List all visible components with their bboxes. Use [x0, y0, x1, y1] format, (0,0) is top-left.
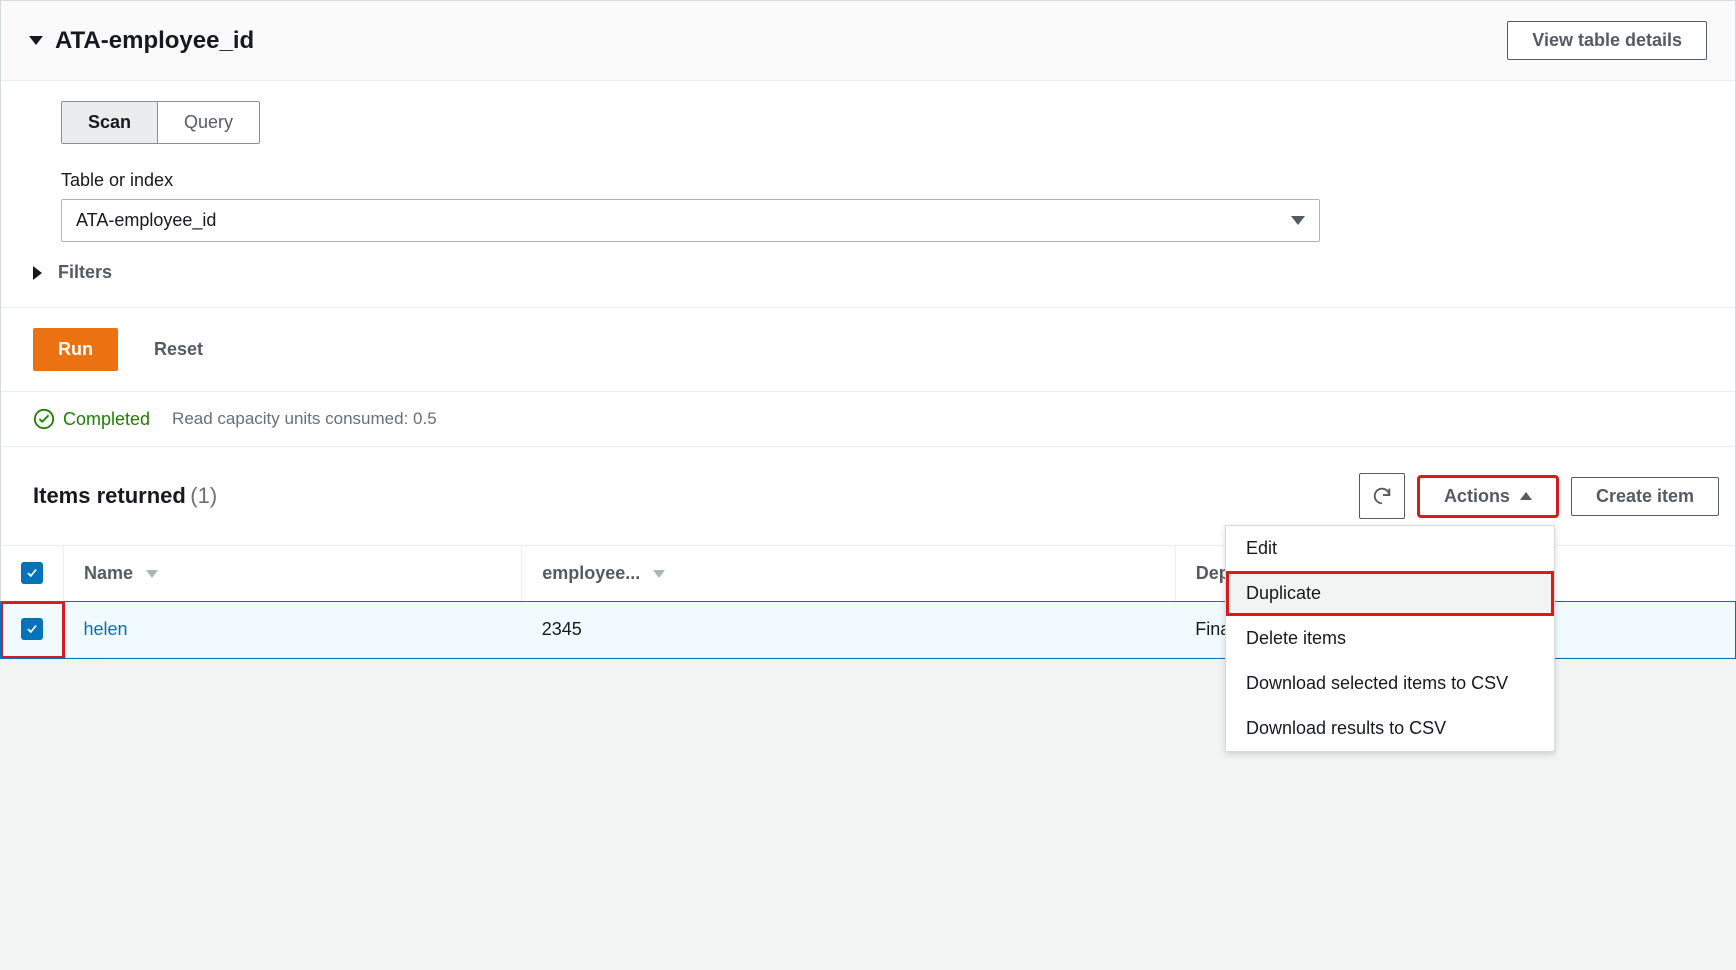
- dropdown-edit[interactable]: Edit: [1226, 526, 1554, 571]
- sort-caret-icon: [146, 570, 158, 578]
- reset-button[interactable]: Reset: [154, 339, 203, 360]
- cell-employee: 2345: [522, 602, 1175, 658]
- scan-query-section: Scan Query Table or index ATA-employee_i…: [1, 81, 1735, 242]
- tab-query[interactable]: Query: [158, 102, 259, 143]
- items-header: Items returned (1) Actions Create item E…: [1, 447, 1735, 545]
- caret-up-icon: [1520, 492, 1532, 500]
- tab-scan[interactable]: Scan: [62, 102, 158, 143]
- panel-header: ATA-employee_id View table details: [1, 1, 1735, 81]
- actions-button[interactable]: Actions: [1419, 477, 1557, 516]
- status-text: Completed: [63, 409, 150, 430]
- table-or-index-select[interactable]: ATA-employee_id: [61, 199, 1320, 242]
- sort-caret-icon: [653, 570, 665, 578]
- status-completed: Completed: [33, 408, 150, 430]
- dropdown-download-selected[interactable]: Download selected items to CSV: [1226, 661, 1554, 706]
- select-all-checkbox[interactable]: [21, 562, 43, 584]
- items-actions: Actions Create item Edit Duplicate Delet…: [1359, 473, 1719, 519]
- col-name-label: Name: [84, 563, 133, 583]
- run-row: Run Reset: [1, 307, 1735, 391]
- cell-name: helen: [64, 602, 522, 658]
- filters-label[interactable]: Filters: [58, 262, 112, 283]
- items-title-group: Items returned (1): [33, 483, 217, 509]
- dropdown-download-results[interactable]: Download results to CSV: [1226, 706, 1554, 751]
- filters-expand-icon[interactable]: [33, 266, 42, 280]
- items-title: Items returned: [33, 483, 186, 508]
- dropdown-caret-icon: [1291, 216, 1305, 225]
- col-employee[interactable]: employee...: [522, 546, 1175, 602]
- select-all-header[interactable]: [1, 546, 64, 602]
- row-checkbox[interactable]: [21, 618, 43, 640]
- refresh-button[interactable]: [1359, 473, 1405, 519]
- refresh-icon: [1371, 485, 1393, 507]
- row-checkbox-cell[interactable]: [1, 602, 64, 658]
- col-name[interactable]: Name: [64, 546, 522, 602]
- filters-row: Filters: [1, 242, 1735, 307]
- actions-label: Actions: [1444, 486, 1510, 507]
- status-meta: Read capacity units consumed: 0.5: [172, 409, 437, 429]
- scan-query-tabs: Scan Query: [61, 101, 260, 144]
- table-name-title: ATA-employee_id: [55, 27, 254, 55]
- table-or-index-label: Table or index: [61, 170, 1675, 191]
- dropdown-delete[interactable]: Delete items: [1226, 616, 1554, 661]
- view-table-details-label: View table details: [1532, 30, 1682, 51]
- collapse-toggle-icon[interactable]: [29, 36, 43, 45]
- col-employee-label: employee...: [542, 563, 640, 583]
- create-item-label: Create item: [1596, 486, 1694, 507]
- run-button[interactable]: Run: [33, 328, 118, 371]
- row-name-link[interactable]: helen: [84, 619, 128, 639]
- main-panel: ATA-employee_id View table details Scan …: [0, 0, 1736, 659]
- check-circle-icon: [33, 408, 55, 430]
- actions-dropdown: Edit Duplicate Delete items Download sel…: [1225, 525, 1555, 752]
- items-count: (1): [190, 483, 217, 508]
- create-item-button[interactable]: Create item: [1571, 477, 1719, 516]
- status-row: Completed Read capacity units consumed: …: [1, 391, 1735, 447]
- table-or-index-value: ATA-employee_id: [76, 210, 216, 231]
- view-table-details-button[interactable]: View table details: [1507, 21, 1707, 60]
- dropdown-duplicate[interactable]: Duplicate: [1226, 571, 1554, 616]
